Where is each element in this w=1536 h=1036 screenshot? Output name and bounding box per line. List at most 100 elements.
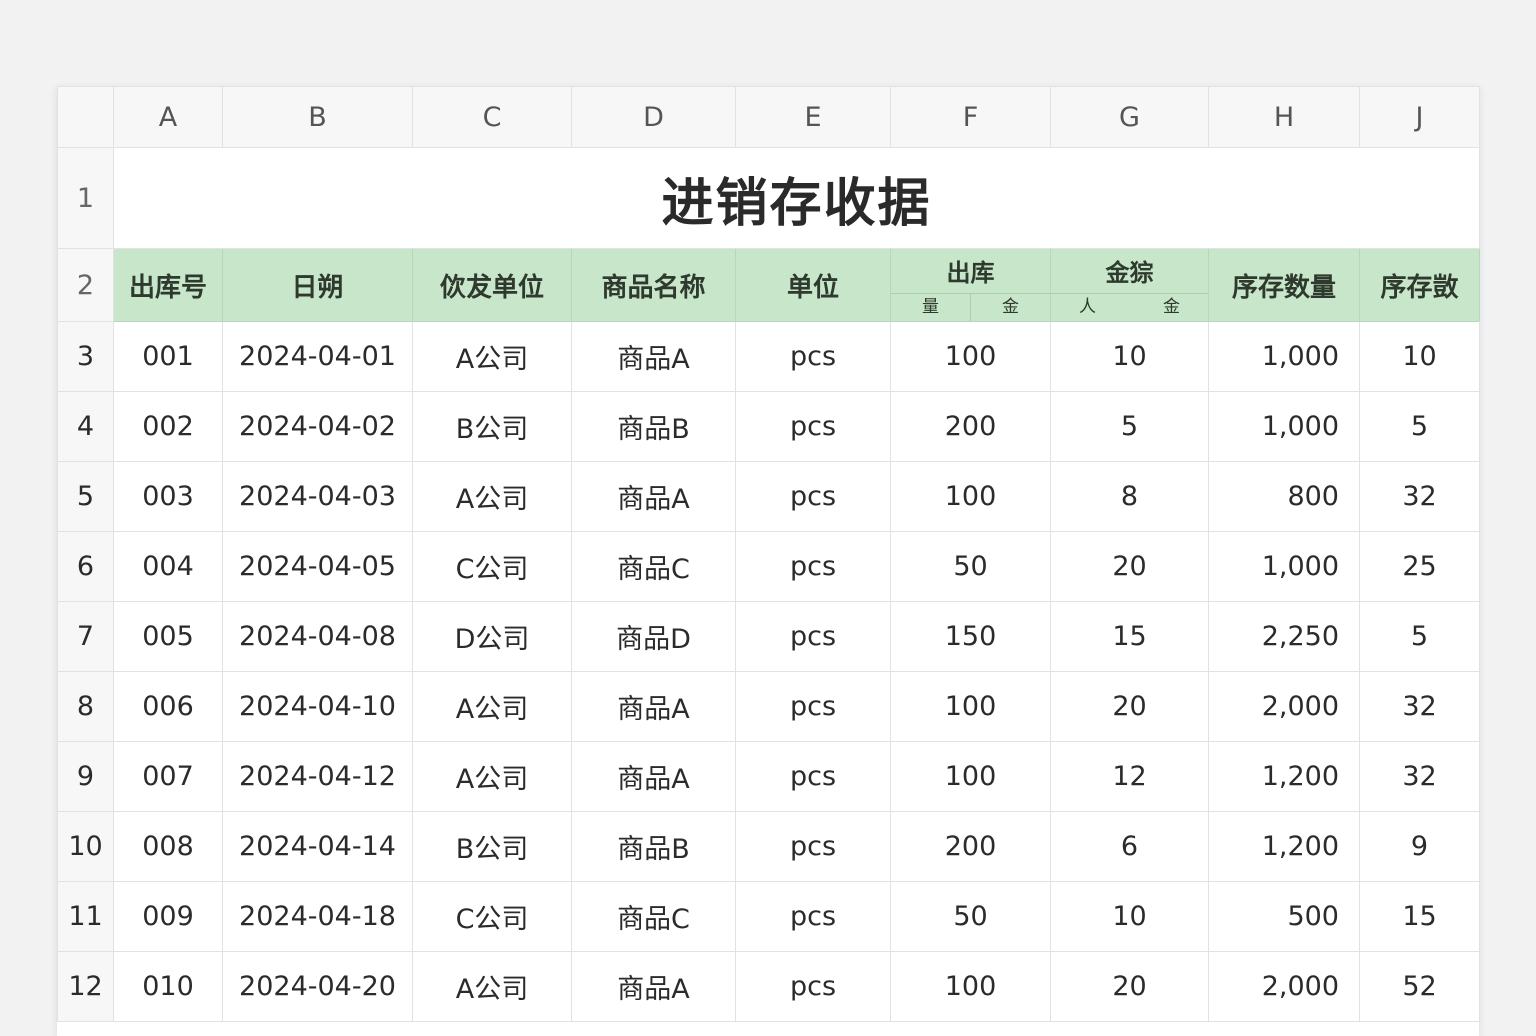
cell-date[interactable]: 2024-04-18: [222, 881, 413, 952]
cell-stock-qty[interactable]: 5: [1359, 601, 1480, 672]
cell-amount[interactable]: 1,000: [1208, 321, 1360, 392]
cell-date[interactable]: 2024-04-03: [222, 461, 413, 532]
column-header-a[interactable]: A: [113, 86, 223, 148]
cell-product[interactable]: 商品A: [571, 461, 736, 532]
cell-amount[interactable]: 2,000: [1208, 671, 1360, 742]
cell-qty[interactable]: 150: [890, 601, 1051, 672]
cell-outbound-no[interactable]: 006: [113, 671, 223, 742]
cell-date[interactable]: 2024-04-10: [222, 671, 413, 742]
cell-qty[interactable]: 200: [890, 811, 1051, 882]
cell-unit[interactable]: pcs: [735, 811, 891, 882]
cell-product[interactable]: 商品B: [571, 811, 736, 882]
cell-stock-qty[interactable]: 15: [1359, 881, 1480, 952]
column-header-e[interactable]: E: [735, 86, 891, 148]
cell-outbound-no[interactable]: 003: [113, 461, 223, 532]
cell-unit[interactable]: pcs: [735, 601, 891, 672]
cell-outbound-no[interactable]: 008: [113, 811, 223, 882]
cell-price[interactable]: 5: [1050, 391, 1209, 462]
cell-product[interactable]: 商品A: [571, 671, 736, 742]
column-header-h[interactable]: H: [1208, 86, 1360, 148]
cell-qty[interactable]: 200: [890, 391, 1051, 462]
row-number-8[interactable]: 8: [57, 671, 114, 742]
column-header-j[interactable]: J: [1359, 86, 1480, 148]
cell-price[interactable]: 12: [1050, 741, 1209, 812]
cell-supplier[interactable]: B公司: [412, 811, 572, 882]
row-number-6[interactable]: 6: [57, 531, 114, 602]
cell-unit[interactable]: pcs: [735, 391, 891, 462]
header-stock-qty[interactable]: 序存数量: [1208, 248, 1360, 322]
cell-supplier[interactable]: C公司: [412, 881, 572, 952]
column-header-d[interactable]: D: [571, 86, 736, 148]
cell-outbound-no[interactable]: 005: [113, 601, 223, 672]
cell-product[interactable]: 商品B: [571, 391, 736, 462]
cell-amount[interactable]: 1,000: [1208, 391, 1360, 462]
cell-stock-qty[interactable]: 9: [1359, 811, 1480, 882]
sheet-title[interactable]: 进销存收据: [113, 147, 1480, 249]
row-number-2[interactable]: 2: [57, 248, 114, 322]
cell-stock-qty[interactable]: 10: [1359, 321, 1480, 392]
row-number-1[interactable]: 1: [57, 147, 114, 249]
cell-product[interactable]: 商品A: [571, 321, 736, 392]
cell-outbound-no[interactable]: 007: [113, 741, 223, 812]
cell-stock-qty[interactable]: 52: [1359, 951, 1480, 1022]
cell-qty[interactable]: 100: [890, 951, 1051, 1022]
cell-supplier[interactable]: A公司: [412, 671, 572, 742]
row-number-3[interactable]: 3: [57, 321, 114, 392]
cell-price[interactable]: 6: [1050, 811, 1209, 882]
cell-product[interactable]: 商品C: [571, 531, 736, 602]
cell-outbound-no[interactable]: 010: [113, 951, 223, 1022]
cell-price[interactable]: 10: [1050, 881, 1209, 952]
cell-amount[interactable]: 2,000: [1208, 951, 1360, 1022]
cell-amount[interactable]: 1,000: [1208, 531, 1360, 602]
column-header-g[interactable]: G: [1050, 86, 1209, 148]
row-number-10[interactable]: 10: [57, 811, 114, 882]
cell-unit[interactable]: pcs: [735, 951, 891, 1022]
header-outbound-no[interactable]: 出库号: [113, 248, 223, 322]
cell-date[interactable]: 2024-04-05: [222, 531, 413, 602]
cell-qty[interactable]: 100: [890, 741, 1051, 812]
cell-price[interactable]: 10: [1050, 321, 1209, 392]
row-number-4[interactable]: 4: [57, 391, 114, 462]
cell-qty[interactable]: 100: [890, 321, 1051, 392]
column-header-c[interactable]: C: [412, 86, 572, 148]
cell-date[interactable]: 2024-04-02: [222, 391, 413, 462]
cell-supplier[interactable]: A公司: [412, 461, 572, 532]
cell-supplier[interactable]: A公司: [412, 321, 572, 392]
cell-qty[interactable]: 100: [890, 671, 1051, 742]
cell-amount[interactable]: 1,200: [1208, 741, 1360, 812]
cell-qty[interactable]: 50: [890, 881, 1051, 952]
cell-price[interactable]: 8: [1050, 461, 1209, 532]
cell-price[interactable]: 15: [1050, 601, 1209, 672]
cell-unit[interactable]: pcs: [735, 531, 891, 602]
cell-outbound-no[interactable]: 004: [113, 531, 223, 602]
cell-stock-qty[interactable]: 25: [1359, 531, 1480, 602]
cell-unit[interactable]: pcs: [735, 321, 891, 392]
header-amount[interactable]: 金猔 人 金: [1050, 248, 1209, 322]
cell-unit[interactable]: pcs: [735, 741, 891, 812]
cell-price[interactable]: 20: [1050, 531, 1209, 602]
row-number-5[interactable]: 5: [57, 461, 114, 532]
cell-date[interactable]: 2024-04-14: [222, 811, 413, 882]
cell-amount[interactable]: 500: [1208, 881, 1360, 952]
cell-amount[interactable]: 1,200: [1208, 811, 1360, 882]
cell-product[interactable]: 商品C: [571, 881, 736, 952]
row-number-12[interactable]: 12: [57, 951, 114, 1022]
cell-qty[interactable]: 100: [890, 461, 1051, 532]
header-unit[interactable]: 单位: [735, 248, 891, 322]
header-supplier[interactable]: 佽犮单位: [412, 248, 572, 322]
cell-date[interactable]: 2024-04-12: [222, 741, 413, 812]
cell-unit[interactable]: pcs: [735, 461, 891, 532]
cell-amount[interactable]: 2,250: [1208, 601, 1360, 672]
cell-supplier[interactable]: C公司: [412, 531, 572, 602]
cell-date[interactable]: 2024-04-20: [222, 951, 413, 1022]
row-number-11[interactable]: 11: [57, 881, 114, 952]
cell-date[interactable]: 2024-04-01: [222, 321, 413, 392]
header-stock[interactable]: 序存敳: [1359, 248, 1480, 322]
cell-date[interactable]: 2024-04-08: [222, 601, 413, 672]
cell-stock-qty[interactable]: 32: [1359, 671, 1480, 742]
header-outbound[interactable]: 出库 量 金: [890, 248, 1051, 322]
cell-outbound-no[interactable]: 009: [113, 881, 223, 952]
cell-supplier[interactable]: A公司: [412, 741, 572, 812]
select-all-corner[interactable]: [57, 86, 114, 148]
cell-stock-qty[interactable]: 5: [1359, 391, 1480, 462]
